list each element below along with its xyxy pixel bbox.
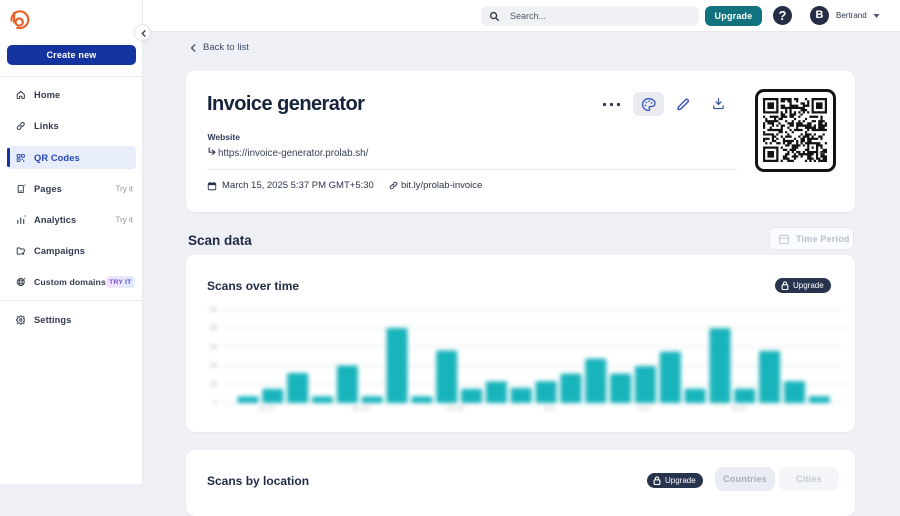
svg-text:Jul 9: Jul 9: [638, 406, 650, 412]
svg-text:30: 30: [210, 345, 217, 351]
svg-text:20: 20: [210, 364, 217, 370]
svg-text:10: 10: [210, 382, 217, 388]
svg-text:Jun 18: Jun 18: [352, 406, 369, 412]
svg-text:Jul 2: Jul 2: [544, 406, 556, 412]
svg-text:bitly: bitly: [819, 151, 825, 155]
svg-text:40: 40: [210, 326, 217, 332]
svg-text:Jun 25: Jun 25: [447, 406, 464, 412]
svg-text:Jul 16: Jul 16: [731, 406, 746, 412]
svg-text:Jun 11: Jun 11: [258, 406, 274, 412]
svg-text:50: 50: [210, 307, 217, 313]
svg-text:0: 0: [214, 401, 218, 407]
